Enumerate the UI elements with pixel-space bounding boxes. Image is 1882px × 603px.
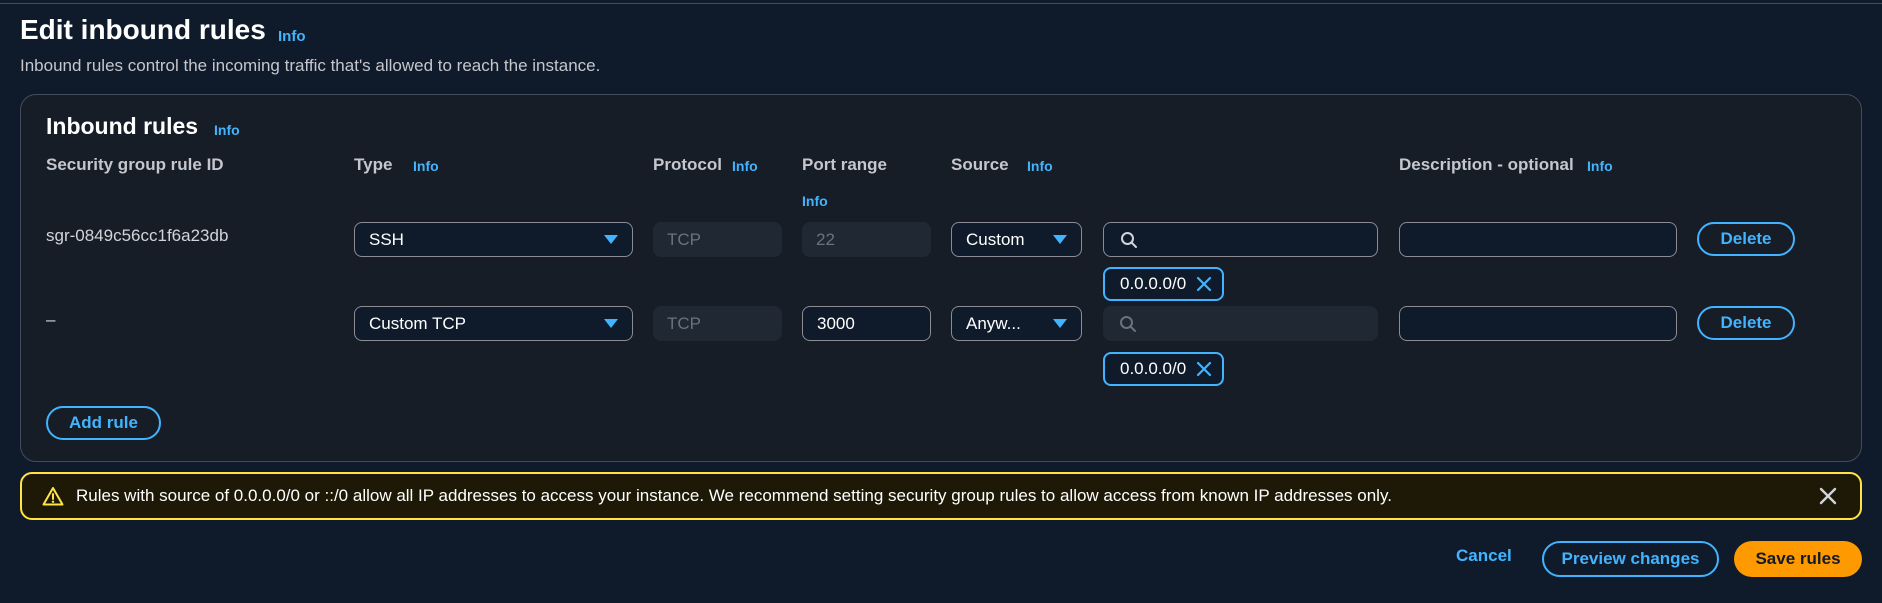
- description-info-link[interactable]: Info: [1587, 158, 1613, 174]
- caret-down-icon: [604, 235, 618, 244]
- source-select[interactable]: Custom: [951, 222, 1082, 257]
- search-icon: [1120, 315, 1136, 332]
- inbound-rules-panel: [20, 94, 1862, 462]
- close-icon[interactable]: [1818, 486, 1838, 506]
- cidr-token-label: 0.0.0.0/0: [1120, 274, 1187, 293]
- preview-changes-button[interactable]: Preview changes: [1542, 541, 1719, 577]
- source-search-input: [1103, 306, 1378, 341]
- column-header-port-range: Port range: [802, 155, 888, 174]
- panel-info-link[interactable]: Info: [214, 122, 240, 138]
- caret-down-icon: [1053, 235, 1067, 244]
- delete-rule-button[interactable]: Delete: [1697, 306, 1795, 340]
- rule-id: –: [46, 310, 56, 329]
- type-info-link[interactable]: Info: [413, 158, 439, 174]
- column-header-source: Source: [951, 155, 1009, 174]
- delete-rule-button[interactable]: Delete: [1697, 222, 1795, 256]
- type-select-value: Custom TCP: [369, 313, 466, 333]
- top-border: [0, 0, 1882, 4]
- page-title: Edit inbound rules: [20, 14, 266, 45]
- caret-down-icon: [604, 319, 618, 328]
- protocol-info-link[interactable]: Info: [732, 158, 758, 174]
- search-icon: [1121, 231, 1137, 248]
- cidr-token-label: 0.0.0.0/0: [1120, 359, 1187, 378]
- column-header-protocol: Protocol: [653, 155, 722, 174]
- source-select[interactable]: Anyw...: [951, 306, 1082, 341]
- protocol-field: TCP: [653, 222, 782, 257]
- port-range-input[interactable]: 3000: [802, 306, 931, 341]
- source-select-value: Anyw...: [966, 313, 1021, 333]
- source-search-input[interactable]: [1103, 222, 1378, 257]
- page-description: Inbound rules control the incoming traff…: [20, 56, 601, 75]
- source-info-link[interactable]: Info: [1027, 158, 1053, 174]
- rule-id: sgr-0849c56cc1f6a23db: [46, 226, 229, 245]
- source-select-value: Custom: [966, 229, 1025, 249]
- alert-message: Rules with source of 0.0.0.0/0 or ::/0 a…: [76, 486, 1392, 505]
- type-select[interactable]: Custom TCP: [354, 306, 633, 341]
- column-header-rule-id: Security group rule ID: [46, 155, 224, 174]
- save-rules-button[interactable]: Save rules: [1734, 541, 1862, 577]
- cancel-button[interactable]: Cancel: [1456, 546, 1512, 566]
- caret-down-icon: [1053, 319, 1067, 328]
- cidr-token: 0.0.0.0/0: [1103, 267, 1225, 301]
- port-range-field: 22: [802, 222, 931, 257]
- column-header-type: Type: [354, 155, 393, 174]
- type-select[interactable]: SSH: [354, 222, 633, 257]
- description-input[interactable]: [1399, 306, 1677, 341]
- type-select-value: SSH: [369, 229, 404, 249]
- close-icon[interactable]: [1196, 361, 1212, 377]
- cidr-token: 0.0.0.0/0: [1103, 352, 1225, 386]
- close-icon[interactable]: [1196, 276, 1212, 292]
- panel-title: Inbound rules: [46, 113, 199, 139]
- warning-icon: [42, 487, 64, 506]
- page-info-link[interactable]: Info: [278, 28, 306, 45]
- description-input[interactable]: [1399, 222, 1677, 257]
- add-rule-button[interactable]: Add rule: [46, 406, 161, 440]
- port-range-info-link[interactable]: Info: [802, 193, 828, 209]
- protocol-field: TCP: [653, 306, 782, 341]
- warning-alert: Rules with source of 0.0.0.0/0 or ::/0 a…: [20, 472, 1862, 520]
- column-header-description: Description - optional: [1399, 155, 1574, 174]
